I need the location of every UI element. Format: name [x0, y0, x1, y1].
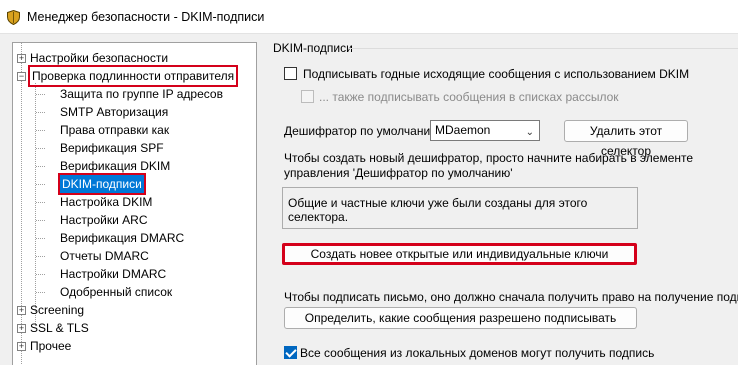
define-signable-button[interactable]: Определить, какие сообщения разрешено по… — [284, 307, 637, 329]
tree-item-approved-list[interactable]: Одобренный список — [60, 283, 172, 301]
tree-item-label: Настройки ARC — [60, 213, 148, 227]
expand-icon[interactable]: + — [17, 54, 26, 63]
tree-item-label: Права отправки как — [60, 123, 170, 137]
tree-item-label: DKIM-подписи — [62, 177, 142, 191]
tree-item-label: Верификация DMARC — [60, 231, 185, 245]
default-selector-value: MDaemon — [435, 123, 491, 137]
sign-outgoing-label: Подписывать годные исходящие сообщения с… — [303, 67, 690, 81]
tree-item-label: Screening — [30, 303, 85, 317]
sign-lists-label: ... также подписывать сообщения в списка… — [319, 90, 619, 104]
tree-item-security-settings[interactable]: Настройки безопасности — [30, 49, 168, 67]
tree-item-label: Настройки безопасности — [30, 51, 169, 65]
chevron-down-icon[interactable]: ⌄ — [526, 123, 534, 142]
tree-item-send-as[interactable]: Права отправки как — [60, 121, 169, 139]
tree-item-ip-shield[interactable]: Защита по группе IP адресов — [60, 85, 223, 103]
tree-item-other[interactable]: Прочее — [30, 337, 71, 355]
new-selector-hint: Чтобы создать новый дешифратор, просто н… — [284, 151, 694, 180]
tree-item-label: SSL & TLS — [30, 321, 89, 335]
tree-item-label: Проверка подлинности отправителя — [32, 69, 235, 83]
sign-outgoing-checkbox[interactable] — [284, 67, 297, 80]
local-domains-label: Все сообщения из локальных доменов могут… — [300, 346, 655, 360]
tree-item-label: Настройка DKIM — [60, 195, 153, 209]
create-keys-button[interactable]: Создать новее открытые или индивидуальны… — [282, 243, 637, 265]
tree-item-sender-auth[interactable]: Проверка подлинности отправителя — [27, 65, 239, 87]
tree-item-label: Одобренный список — [60, 285, 173, 299]
tree-item-dmarc-settings[interactable]: Настройки DMARC — [60, 265, 166, 283]
sign-lists-checkbox[interactable] — [301, 90, 314, 103]
default-selector-label: Дешифратор по умолчанию — [284, 124, 440, 138]
expand-icon[interactable]: + — [17, 324, 26, 333]
tree-item-label: Верификация DKIM — [60, 159, 171, 173]
tree-item-dmarc-verify[interactable]: Верификация DMARC — [60, 229, 184, 247]
keys-status-text: Общие и частные ключи уже были созданы д… — [288, 196, 588, 224]
local-domains-checkbox[interactable] — [284, 346, 297, 359]
tree-item-label: Защита по группе IP адресов — [60, 87, 223, 101]
group-title: DKIM-подписи — [273, 41, 353, 55]
tree-item-arc[interactable]: Настройки ARC — [60, 211, 148, 229]
tree-connector — [21, 43, 22, 365]
permission-hint: Чтобы подписать письмо, оно должно снача… — [284, 290, 738, 304]
window-title: Менеджер безопасности - DKIM-подписи — [27, 10, 265, 24]
tree-item-label: Верификация SPF — [60, 141, 164, 155]
tree-item-screening[interactable]: Screening — [30, 301, 84, 319]
tree-item-label: Отчеты DMARC — [60, 249, 149, 263]
shield-icon — [7, 10, 20, 25]
keys-status-box: Общие и частные ключи уже были созданы д… — [282, 187, 638, 229]
collapse-icon[interactable]: − — [17, 72, 26, 81]
default-selector-combo[interactable]: MDaemon ⌄ — [430, 120, 540, 141]
tree-connector — [35, 83, 36, 326]
settings-tree[interactable]: + Настройки безопасности − Проверка подл… — [12, 42, 257, 365]
title-bar: Менеджер безопасности - DKIM-подписи — [0, 0, 738, 34]
delete-selector-button[interactable]: Удалить этот селектор — [564, 120, 688, 158]
tree-item-dkim-verify[interactable]: Верификация DKIM — [60, 157, 170, 175]
tree-item-dmarc-reports[interactable]: Отчеты DMARC — [60, 247, 149, 265]
tree-item-label: SMTP Авторизация — [60, 105, 169, 119]
tree-item-label: Прочее — [30, 339, 72, 353]
tree-item-spf[interactable]: Верификация SPF — [60, 139, 164, 157]
group-divider — [348, 48, 738, 49]
tree-item-smtp-auth[interactable]: SMTP Авторизация — [60, 103, 168, 121]
tree-item-ssl-tls[interactable]: SSL & TLS — [30, 319, 89, 337]
expand-icon[interactable]: + — [17, 306, 26, 315]
tree-item-dkim-signing[interactable]: DKIM-подписи — [58, 173, 146, 195]
expand-icon[interactable]: + — [17, 342, 26, 351]
tree-item-dkim-settings[interactable]: Настройка DKIM — [60, 193, 152, 211]
tree-item-label: Настройки DMARC — [60, 267, 167, 281]
